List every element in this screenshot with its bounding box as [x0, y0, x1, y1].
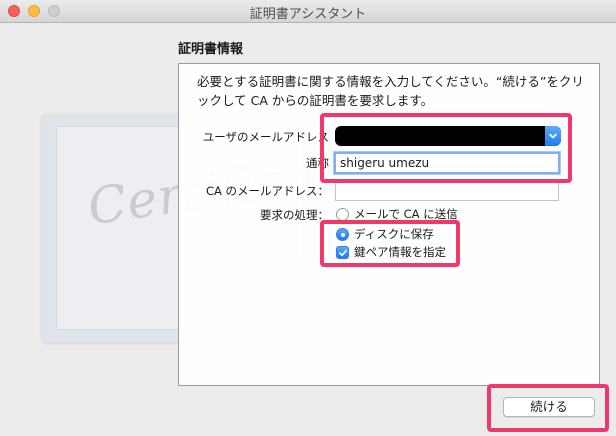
description-text: 必要とする証明書に関する情報を入力してください。“続ける”をクリックして CA … [197, 74, 584, 108]
radio-button[interactable] [336, 207, 349, 221]
radio-send-to-ca[interactable]: メールで CA に送信 [336, 206, 458, 222]
window-title: 証明書アシスタント [249, 7, 367, 22]
user-email-label: ユーザのメールアドレス [202, 130, 329, 144]
specify-key-pair-option[interactable]: 鍵ペア情報を指定 [336, 244, 446, 260]
ca-email-label: CA のメールアドレス： [205, 184, 329, 198]
checkbox-label: 鍵ペア情報を指定 [354, 245, 446, 259]
title-bar: 証明書アシスタント [0, 0, 616, 23]
radio-label: ディスクに保存 [354, 227, 434, 241]
common-name-label: 通称 [306, 156, 329, 170]
continue-button[interactable]: 続ける [503, 397, 595, 417]
common-name-field[interactable] [334, 152, 560, 174]
radio-label: メールで CA に送信 [354, 207, 458, 221]
section-heading: 証明書情報 [178, 42, 244, 57]
user-email-popup[interactable] [335, 126, 561, 146]
chevron-down-icon[interactable] [545, 126, 561, 146]
certificate-assistant-window: 証明書アシスタント Certificate 証明書情報 必要とする証明書に関する… [0, 0, 616, 436]
ca-email-field[interactable] [335, 181, 559, 201]
checkmark-icon [339, 249, 348, 256]
certificate-info-panel: 必要とする証明書に関する情報を入力してください。“続ける”をクリックして CA … [178, 63, 600, 386]
radio-save-to-disk[interactable]: ディスクに保存 [336, 226, 434, 242]
request-handling-label: 要求の処理： [260, 208, 329, 222]
checkbox[interactable] [336, 245, 349, 259]
radio-button[interactable] [336, 227, 349, 241]
